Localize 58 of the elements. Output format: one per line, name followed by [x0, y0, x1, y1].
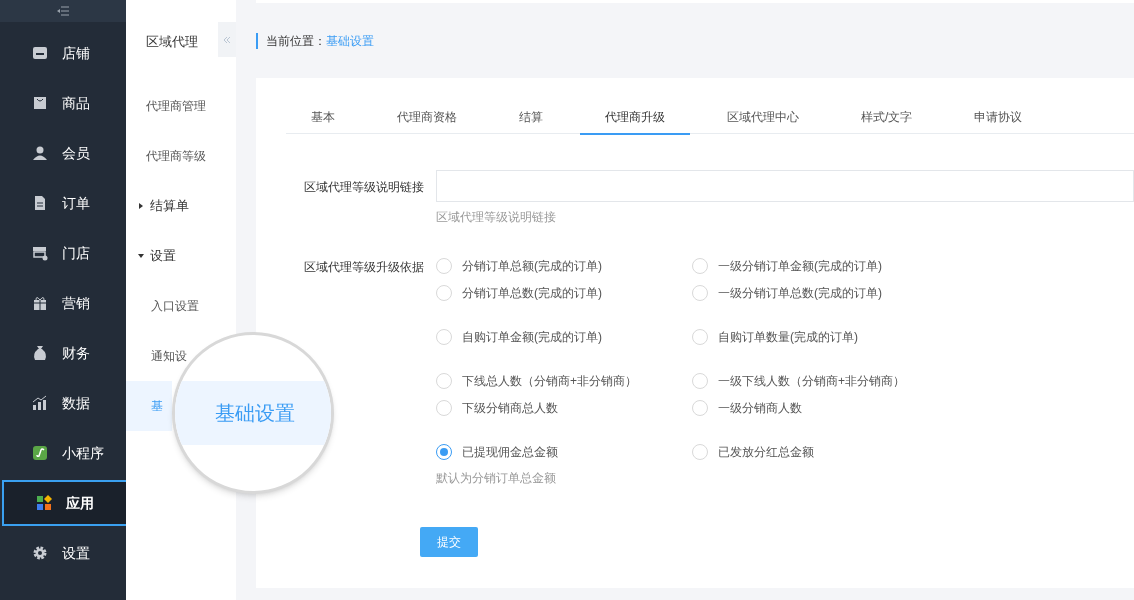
breadcrumb-label: 当前位置： — [266, 32, 326, 50]
mini-program-icon — [32, 445, 48, 461]
bag-icon — [32, 95, 48, 111]
sidebar-item[interactable]: 店铺 — [0, 30, 126, 76]
sidebar-item[interactable]: 会员 — [0, 130, 126, 176]
radio-option[interactable]: 一级分销商人数 — [692, 394, 992, 421]
sub-navigation-group[interactable]: 结算单 — [126, 181, 236, 231]
sub-navigation-item[interactable]: 代理商等级 — [146, 148, 206, 164]
gift-icon — [32, 295, 48, 311]
radio-option[interactable]: 自购订单数量(完成的订单) — [692, 323, 992, 350]
tab[interactable]: 基本 — [286, 100, 360, 134]
radio-option[interactable]: 自购订单金额(完成的订单) — [436, 323, 692, 350]
settings-icon — [32, 545, 48, 561]
user-icon — [32, 145, 48, 161]
radio-option[interactable]: 下级分销商总人数 — [436, 394, 692, 421]
tab[interactable]: 区域代理中心 — [702, 100, 824, 134]
sub-navigation-item[interactable]: 入口设置 — [151, 298, 199, 314]
document-icon — [32, 195, 48, 211]
money-bag-icon — [32, 345, 48, 361]
sub-navigation-title: 区域代理 — [146, 33, 198, 52]
tab[interactable]: 样式/文字 — [836, 100, 938, 134]
sidebar-item[interactable]: 小程序 — [0, 430, 126, 476]
tab[interactable]: 代理商资格 — [372, 100, 482, 134]
radio-option[interactable]: 一级下线人数（分销商+非分销商） — [692, 367, 992, 394]
field-label: 区域代理等级说明链接 — [303, 179, 425, 196]
chart-icon — [32, 395, 48, 411]
radio-option[interactable]: 已发放分红总金额 — [692, 438, 992, 465]
tab[interactable]: 申请协议 — [949, 100, 1048, 134]
radio-option[interactable]: 一级分销订单金额(完成的订单) — [692, 252, 992, 279]
sub-navigation-item[interactable]: 代理商管理 — [146, 98, 206, 114]
caret-down-icon — [138, 253, 144, 259]
sidebar-item[interactable]: 设置 — [0, 530, 126, 576]
radio-option[interactable]: 分销订单总数(完成的订单) — [436, 279, 692, 306]
radio-option[interactable]: 下线总人数（分销商+非分销商） — [436, 367, 692, 394]
sidebar-item[interactable]: 商品 — [0, 80, 126, 126]
collapse-menu-icon[interactable] — [57, 6, 69, 16]
tab[interactable]: 结算 — [494, 100, 568, 134]
sidebar-item[interactable]: 订单 — [0, 180, 126, 226]
help-text: 默认为分销订单总金额 — [436, 470, 557, 487]
sidebar-item[interactable]: 数据 — [0, 380, 126, 426]
sub-navigation-group[interactable]: 设置 — [126, 231, 236, 281]
shop-icon — [32, 245, 48, 261]
field-label: 区域代理等级升级依据 — [303, 259, 425, 276]
sidebar-item[interactable]: 营销 — [0, 280, 126, 326]
radio-option[interactable]: 已提现佣金总金额 — [436, 438, 692, 465]
sub-navigation-item[interactable]: 通知设 — [151, 348, 187, 364]
radio-option[interactable]: 分销订单总额(完成的订单) — [436, 252, 692, 279]
tab[interactable]: 代理商升级 — [580, 100, 690, 135]
collapse-panel-button[interactable] — [218, 22, 236, 57]
apps-icon — [36, 495, 52, 511]
sidebar-item[interactable]: 门店 — [0, 230, 126, 276]
help-text: 区域代理等级说明链接 — [436, 209, 557, 226]
double-chevron-left-icon — [223, 35, 231, 44]
input-field[interactable] — [436, 170, 1134, 202]
sidebar-item[interactable]: 财务 — [0, 330, 126, 376]
radio-option[interactable]: 一级分销订单总数(完成的订单) — [692, 279, 992, 306]
caret-right-icon — [138, 203, 144, 209]
store-icon — [32, 45, 48, 61]
